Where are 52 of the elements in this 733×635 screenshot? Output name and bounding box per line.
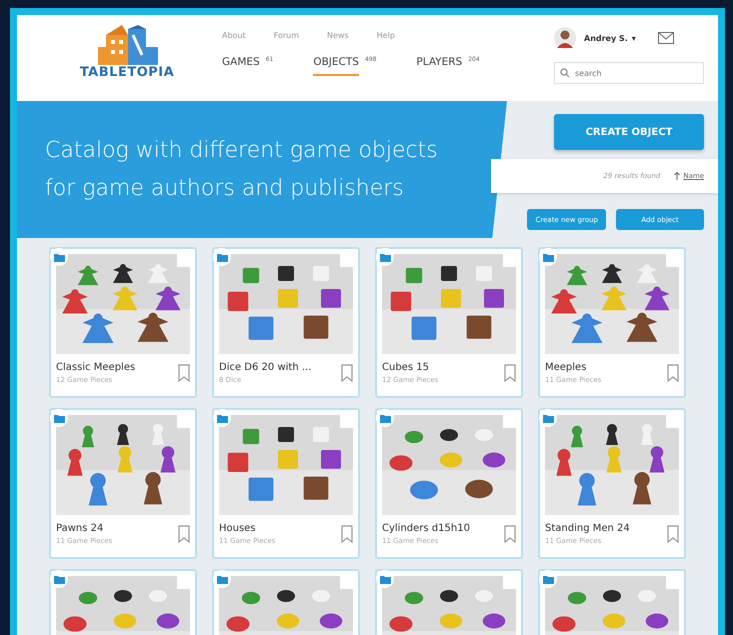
- folder-icon[interactable]: [376, 409, 394, 427]
- avatar-icon[interactable]: [554, 27, 576, 49]
- folder-icon[interactable]: [50, 248, 68, 266]
- search-field[interactable]: search: [554, 62, 704, 84]
- bookmark-icon[interactable]: [341, 364, 353, 382]
- select-checkbox[interactable]: [666, 251, 682, 267]
- select-checkbox[interactable]: [503, 573, 519, 589]
- bookmark-icon[interactable]: [178, 364, 190, 382]
- select-checkbox[interactable]: [177, 412, 193, 428]
- folder-icon[interactable]: [213, 409, 231, 427]
- search-icon: [560, 68, 570, 78]
- select-checkbox[interactable]: [666, 412, 682, 428]
- card-title[interactable]: Standing Men 24: [545, 523, 630, 534]
- nav-tab[interactable]: OBJECTS: [313, 56, 359, 76]
- card-title[interactable]: Dice D6 20 with ...: [219, 362, 312, 373]
- select-checkbox[interactable]: [503, 412, 519, 428]
- card-title[interactable]: Classic Meeples: [56, 362, 136, 373]
- select-checkbox[interactable]: [503, 251, 519, 267]
- folder-icon[interactable]: [50, 409, 68, 427]
- bookmark-icon[interactable]: [504, 525, 516, 543]
- folder-icon[interactable]: [539, 248, 557, 266]
- caret-icon[interactable]: ▾: [632, 34, 636, 42]
- folder-icon[interactable]: [50, 570, 68, 588]
- card-title[interactable]: Pawns 24: [56, 523, 112, 534]
- select-checkbox[interactable]: [340, 251, 356, 267]
- folder-icon[interactable]: [539, 570, 557, 588]
- bookmark-icon[interactable]: [667, 364, 679, 382]
- select-checkbox[interactable]: [177, 251, 193, 267]
- select-checkbox[interactable]: [666, 573, 682, 589]
- folder-icon[interactable]: [539, 409, 557, 427]
- select-checkbox[interactable]: [340, 573, 356, 589]
- folder-icon[interactable]: [213, 248, 231, 266]
- card-title[interactable]: Cylinders d15h10: [382, 523, 470, 534]
- folder-icon[interactable]: [376, 248, 394, 266]
- user-name[interactable]: Andrey S.: [584, 34, 628, 42]
- select-checkbox[interactable]: [177, 573, 193, 589]
- bookmark-icon[interactable]: [667, 525, 679, 543]
- nav-tab[interactable]: GAMES: [222, 56, 260, 76]
- folder-icon[interactable]: [213, 570, 231, 588]
- folder-icon[interactable]: [376, 570, 394, 588]
- card-title[interactable]: Cubes 15: [382, 362, 438, 373]
- card-title[interactable]: Houses: [219, 523, 276, 534]
- bookmark-icon[interactable]: [504, 364, 516, 382]
- logo-wordmark[interactable]: TABLETOPIA: [80, 65, 174, 80]
- nav-tab[interactable]: PLAYERS: [416, 56, 462, 76]
- card-title[interactable]: Meeples: [545, 362, 602, 373]
- bookmark-icon[interactable]: [178, 525, 190, 543]
- select-checkbox[interactable]: [340, 412, 356, 428]
- bookmark-icon[interactable]: [341, 525, 353, 543]
- banner-heading: Catalog with different game objects for game authors and publishers: [45, 136, 439, 202]
- mail-icon[interactable]: [658, 32, 674, 44]
- sort-arrow-icon: [674, 172, 680, 180]
